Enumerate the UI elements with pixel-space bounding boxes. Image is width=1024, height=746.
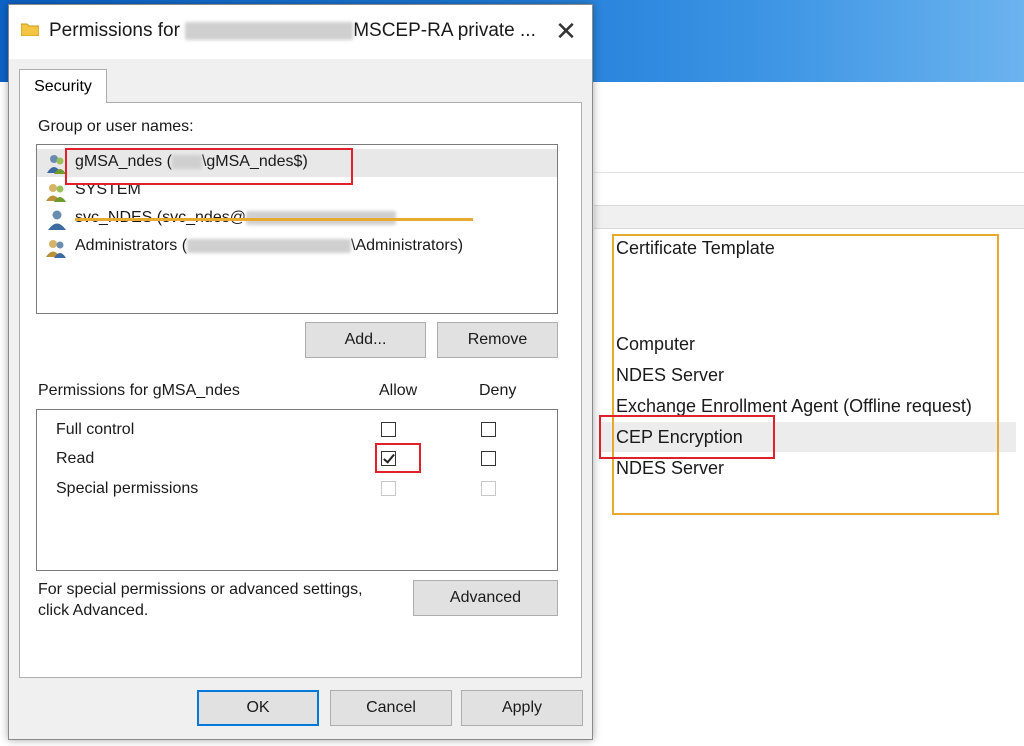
permissions-for-label: Permissions for gMSA_ndes [38, 382, 240, 399]
dialog-title-prefix: Permissions for [49, 20, 180, 41]
advanced-button[interactable]: Advanced [413, 580, 558, 616]
permission-name: Special permissions [56, 480, 199, 497]
annotation-orange-box [612, 234, 999, 515]
list-item-administrators[interactable]: Administrators ( \Administrators) [37, 233, 557, 261]
tab-security[interactable]: Security [19, 69, 107, 103]
permission-row-special: Special permissions [37, 475, 557, 503]
permissions-dialog: Permissions for MSCEP-RA private ... ✕ S… [8, 4, 593, 740]
permission-row-read: Read [37, 445, 557, 473]
annotation-red-box-user [65, 148, 353, 185]
add-button[interactable]: Add... [305, 322, 426, 358]
user-name-admins-prefix: Administrators ( [75, 237, 188, 254]
advanced-hint-line2: click Advanced. [38, 602, 149, 619]
ok-button[interactable]: OK [197, 690, 319, 726]
permissions-list: Full control Read Special permissions [36, 409, 558, 571]
background-column-header [594, 205, 1024, 229]
allow-column-header: Allow [379, 382, 418, 399]
deny-special-checkbox [481, 481, 496, 496]
permission-row-full-control: Full control [37, 416, 557, 444]
allow-full-control-checkbox[interactable] [381, 422, 396, 437]
dialog-titlebar: Permissions for MSCEP-RA private ... ✕ [9, 5, 592, 59]
deny-full-control-checkbox[interactable] [481, 422, 496, 437]
redacted-server-name [185, 21, 354, 40]
dialog-title-suffix: MSCEP-RA private ... [353, 20, 536, 41]
close-button[interactable]: ✕ [552, 17, 580, 45]
group-or-user-names-label: Group or user names: [38, 118, 194, 135]
users-icon [46, 240, 66, 258]
apply-button[interactable]: Apply [461, 690, 583, 726]
user-icon [48, 210, 66, 230]
deny-read-checkbox[interactable] [481, 451, 496, 466]
background-divider [594, 172, 1024, 173]
permission-name: Read [56, 450, 95, 467]
cancel-button[interactable]: Cancel [330, 690, 452, 726]
list-item-svc-ndes[interactable]: svc_NDES (svc_ndes@ [37, 205, 557, 233]
annotation-red-box-cep [599, 415, 775, 459]
strikethrough-annotation [75, 218, 473, 221]
permission-name: Full control [56, 421, 135, 438]
annotation-red-box-read [375, 443, 421, 473]
allow-special-checkbox [381, 481, 396, 496]
user-name-admins-suffix: \Administrators) [351, 237, 464, 254]
dialog-title: Permissions for MSCEP-RA private ... [49, 20, 536, 42]
redacted-admin-domain [187, 238, 352, 253]
remove-button[interactable]: Remove [437, 322, 558, 358]
folder-icon [21, 23, 39, 36]
deny-column-header: Deny [479, 382, 517, 399]
advanced-hint-line1: For special permissions or advanced sett… [38, 581, 363, 598]
